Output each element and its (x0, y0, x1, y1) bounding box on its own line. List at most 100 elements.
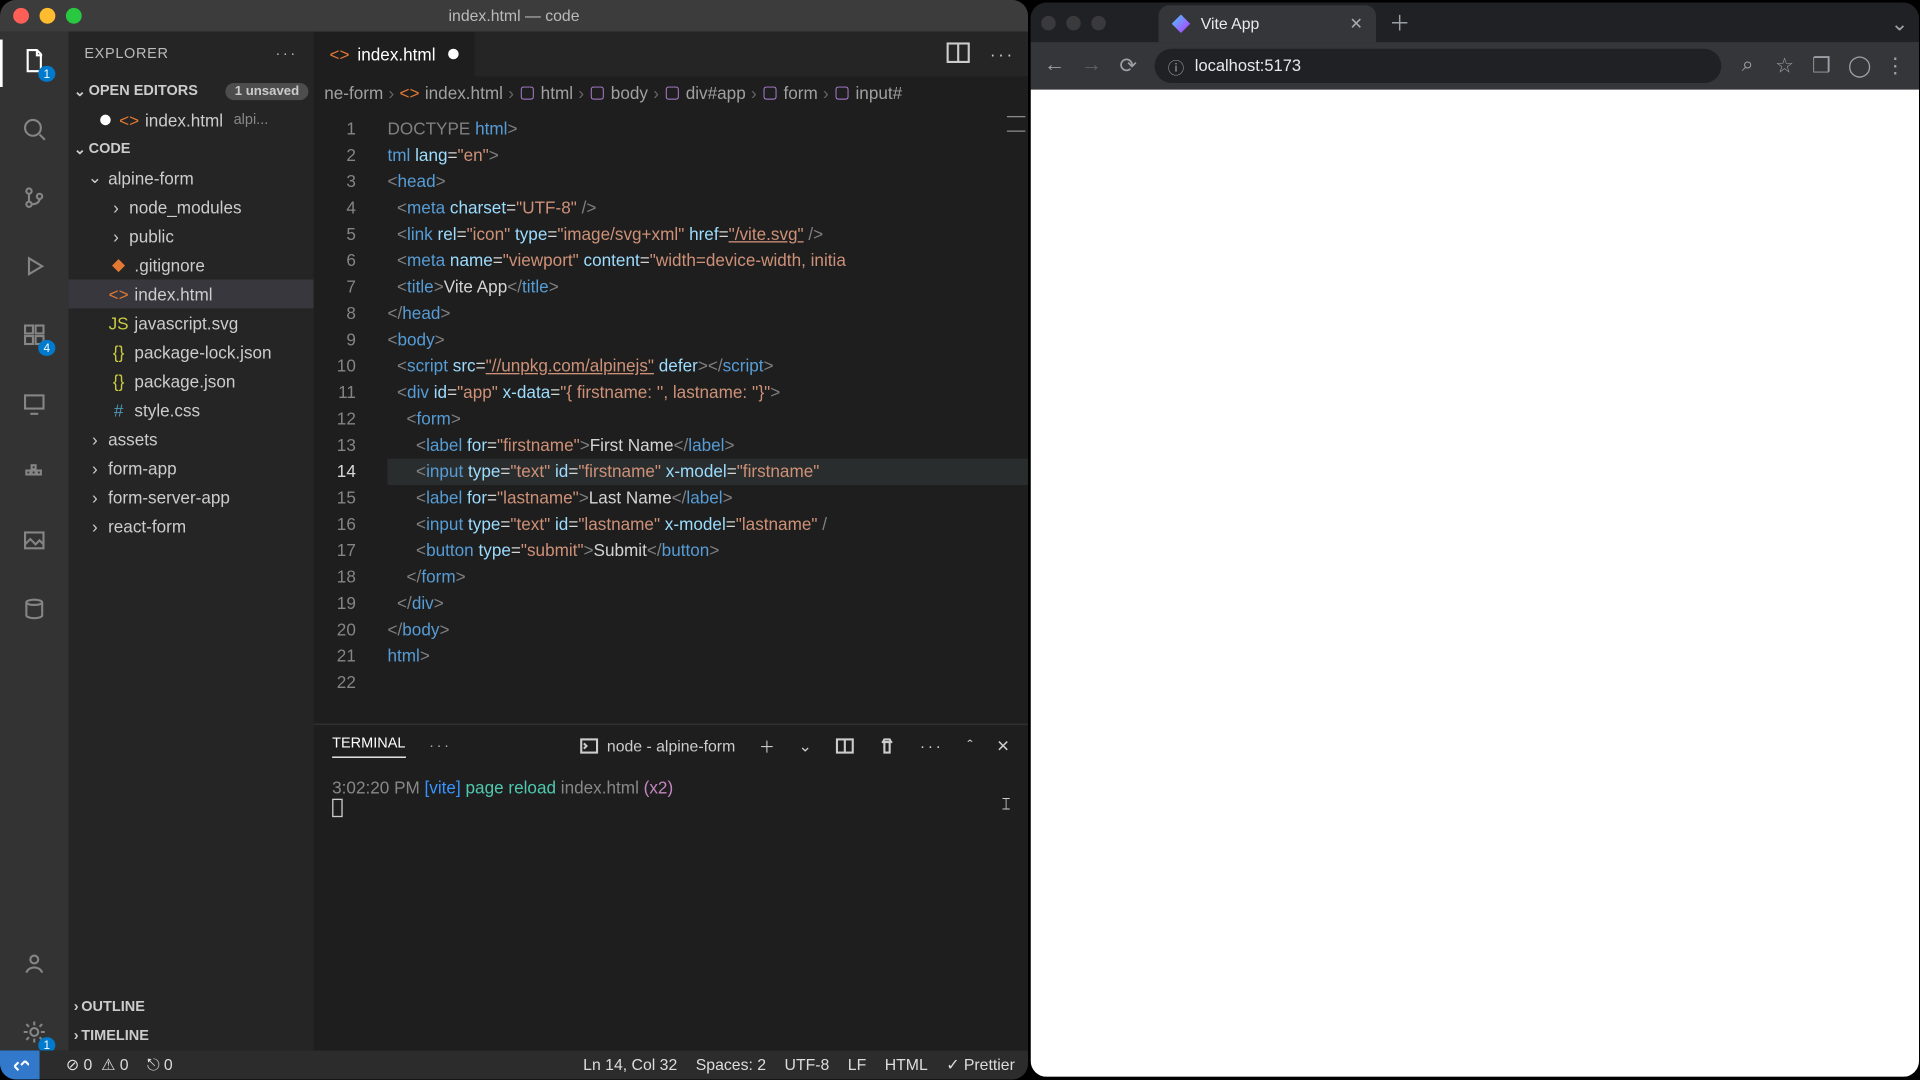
folder-node-modules[interactable]: ›node_modules (69, 192, 314, 221)
terminal-dropdown-icon[interactable]: ⌄ (799, 737, 812, 755)
remote-indicator[interactable] (0, 1050, 40, 1079)
browser-menu-icon[interactable]: ⋮ (1885, 53, 1906, 79)
extensions-puzzle-icon[interactable]: ❒ (1811, 53, 1832, 79)
activity-debug[interactable] (16, 248, 53, 285)
forward-button[interactable]: → (1081, 54, 1102, 78)
browser-tab[interactable]: Vite App ✕ (1159, 5, 1376, 42)
tab-overflow-icon[interactable]: ⌄ (1891, 11, 1909, 37)
close-tab-icon[interactable]: ✕ (1350, 14, 1363, 32)
profile-avatar-icon[interactable]: ◯ (1848, 53, 1869, 79)
status-eol[interactable]: LF (848, 1056, 866, 1074)
html-file-icon: <> (400, 82, 420, 102)
crumb[interactable]: index.html (425, 82, 503, 102)
file-label: index.html (134, 284, 212, 304)
tab-index-html[interactable]: <> index.html (314, 32, 477, 77)
mac-minimize-button[interactable] (40, 8, 56, 24)
maximize-panel-icon[interactable]: ˆ (967, 737, 972, 755)
activity-images[interactable] (16, 522, 53, 559)
file-javascript-svg[interactable]: JSjavascript.svg (69, 308, 314, 337)
activity-search[interactable] (16, 111, 53, 148)
terminal-output[interactable]: 3:02:20 PM [vite] page reload index.html… (314, 767, 1028, 1050)
status-cursor[interactable]: Ln 14, Col 32 (583, 1056, 677, 1074)
status-indent[interactable]: Spaces: 2 (696, 1056, 766, 1074)
bookmark-star-icon[interactable]: ☆ (1774, 53, 1795, 79)
browser-viewport[interactable] (1031, 90, 1919, 1077)
panel-tab-terminal[interactable]: TERMINAL (332, 735, 405, 757)
chevron-right-icon: › (87, 516, 103, 536)
code-editor[interactable]: 12345678910111213141516171819202122 DOCT… (314, 108, 1028, 724)
terminal-process[interactable]: node - alpine-form (581, 737, 736, 755)
mac-minimize-button[interactable] (1066, 15, 1080, 29)
open-editor-file[interactable]: <> index.html alpi... (69, 105, 314, 134)
new-terminal-button[interactable]: ＋ (759, 735, 775, 757)
crumb[interactable]: form (783, 82, 817, 102)
back-button[interactable]: ← (1044, 54, 1065, 78)
folder-form-server-app[interactable]: ›form-server-app (69, 482, 314, 511)
status-prettier[interactable]: ✓ Prettier (946, 1056, 1015, 1074)
editor-more-icon[interactable]: ··· (990, 44, 1015, 64)
activity-account[interactable] (16, 945, 53, 982)
code-content[interactable]: DOCTYPE html>tml lang="en"><head> <meta … (387, 116, 1028, 696)
crumb[interactable]: div#app (686, 82, 746, 102)
file-gitignore[interactable]: ◆.gitignore (69, 250, 314, 279)
mac-maximize-button[interactable] (66, 8, 82, 24)
workspace-section[interactable]: ⌄ CODE (69, 134, 314, 163)
minimap[interactable] (1007, 116, 1025, 132)
crumb[interactable]: html (541, 82, 573, 102)
folder-label: alpine-form (108, 168, 194, 188)
site-info-icon[interactable]: ⓘ (1168, 53, 1184, 78)
file-label: style.css (134, 400, 200, 420)
crumb[interactable]: input# (856, 82, 903, 102)
crumb[interactable]: ne-form (324, 82, 383, 102)
activity-scm[interactable] (16, 179, 53, 216)
close-panel-icon[interactable]: ✕ (996, 737, 1009, 755)
browser-tab-title: Vite App (1201, 14, 1260, 32)
browser-toolbar: ← → ⟳ ⓘ localhost:5173 ⌕ ☆ ❒ ◯ ⋮ (1031, 42, 1919, 89)
mac-close-button[interactable] (13, 8, 29, 24)
status-ports[interactable]: ⎋ 0 (147, 1055, 173, 1075)
mac-close-button[interactable] (1041, 15, 1055, 29)
terminal-overflow-icon[interactable]: ··· (920, 737, 944, 755)
split-editor-icon[interactable] (945, 39, 971, 69)
folder-alpine-form[interactable]: ⌄alpine-form (69, 163, 314, 192)
status-problems[interactable]: ⊘ 0 ⚠ 0 (66, 1056, 129, 1074)
outline-section[interactable]: ›OUTLINE (69, 992, 314, 1021)
folder-label: form-app (108, 458, 177, 478)
timeline-section[interactable]: ›TIMELINE (69, 1021, 314, 1050)
breadcrumb[interactable]: ne-form› <>index.html› ▢html› ▢body› ▢di… (314, 76, 1028, 108)
activity-docker[interactable] (16, 453, 53, 490)
explorer-more-icon[interactable]: ··· (275, 46, 297, 62)
activity-sql[interactable] (16, 590, 53, 627)
folder-public[interactable]: ›public (69, 221, 314, 250)
zoom-icon[interactable]: ⌕ (1737, 54, 1758, 78)
activity-remote[interactable] (16, 385, 53, 422)
folder-assets[interactable]: ›assets (69, 424, 314, 453)
activity-settings[interactable]: 1 (16, 1014, 53, 1051)
mac-titlebar: index.html — code (0, 0, 1028, 32)
file-package-lock[interactable]: {}package-lock.json (69, 337, 314, 366)
file-style-css[interactable]: #style.css (69, 395, 314, 424)
explorer-badge: 1 (38, 66, 55, 82)
crumb[interactable]: body (611, 82, 648, 102)
term-tag: [vite] (425, 778, 461, 798)
new-tab-button[interactable]: ＋ (1389, 5, 1410, 37)
reload-button[interactable]: ⟳ (1118, 53, 1139, 79)
status-encoding[interactable]: UTF-8 (785, 1056, 830, 1074)
activity-extensions[interactable]: 4 (16, 316, 53, 353)
process-label: node - alpine-form (607, 737, 735, 755)
file-package-json[interactable]: {}package.json (69, 366, 314, 395)
mac-maximize-button[interactable] (1091, 15, 1105, 29)
panel-more-icon[interactable]: ··· (429, 738, 451, 754)
status-language[interactable]: HTML (885, 1056, 928, 1074)
folder-form-app[interactable]: ›form-app (69, 453, 314, 482)
open-editors-section[interactable]: ⌄ OPEN EDITORS 1 unsaved (69, 76, 314, 105)
git-icon: ◆ (108, 254, 129, 275)
activity-explorer[interactable]: 1 (16, 42, 53, 79)
address-bar[interactable]: ⓘ localhost:5173 (1155, 49, 1722, 83)
folder-react-form[interactable]: ›react-form (69, 511, 314, 540)
kill-terminal-icon[interactable] (878, 737, 896, 755)
prettier-label: Prettier (964, 1056, 1015, 1074)
workspace-name: CODE (89, 141, 131, 157)
file-index-html[interactable]: <>index.html (69, 279, 314, 308)
split-terminal-icon[interactable] (836, 737, 854, 755)
